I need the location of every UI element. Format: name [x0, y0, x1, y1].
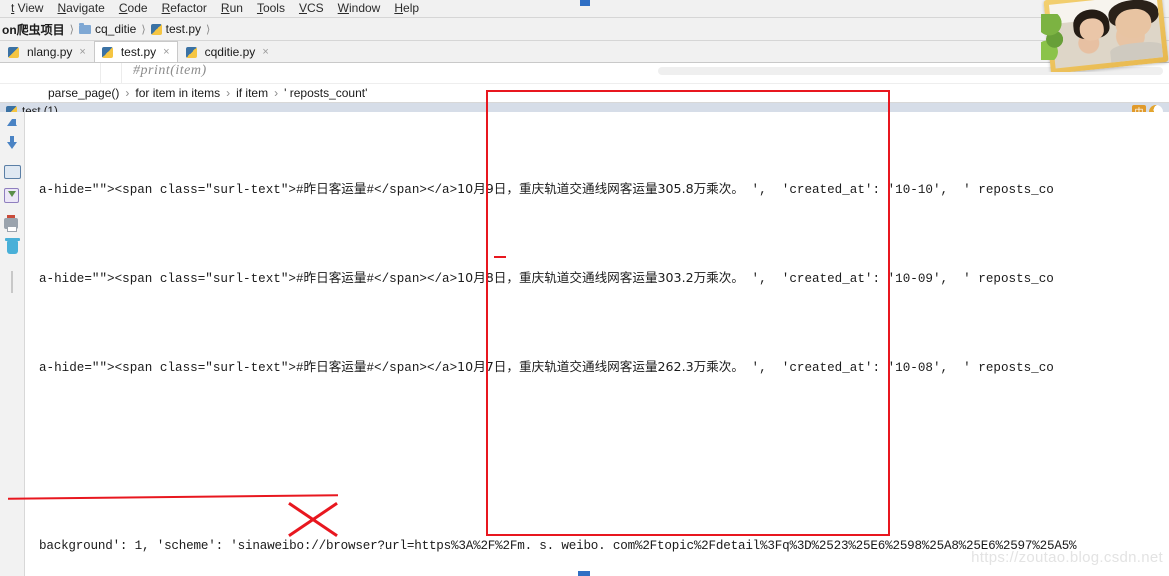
- console-line: a-hide=""><span class="surl-text">#昨日客运量…: [25, 176, 1169, 201]
- clear-all-icon[interactable]: [4, 238, 20, 257]
- menu-item-vcs[interactable]: VCS: [292, 0, 331, 17]
- menu-item-help[interactable]: Help: [387, 0, 426, 17]
- window-drag-marker: [580, 0, 590, 6]
- console-line-body: 重庆轨道交通线网客运量305.8万乘次。: [519, 181, 744, 196]
- structure-crumb-if[interactable]: if item: [236, 86, 268, 100]
- menu-item-view[interactable]: t View: [4, 0, 50, 17]
- structure-crumb-separator: ›: [274, 86, 279, 100]
- run-console[interactable]: a-hide=""><span class="surl-text">#昨日客运量…: [0, 112, 1169, 576]
- breadcrumb-project[interactable]: on爬虫项目: [2, 21, 65, 38]
- editor-code-line: #print(item): [133, 63, 207, 78]
- console-line-prefix: a-hide=""><span class="surl-text">#昨日客运量…: [39, 361, 458, 375]
- navigation-bar[interactable]: on爬虫项目 ⟩ cq_ditie ⟩ test.py ⟩ test (1): [0, 18, 1169, 41]
- console-line-tail: ', ': [743, 272, 790, 286]
- structure-crumb-function[interactable]: parse_page(): [48, 86, 119, 100]
- console-line-tail: ', ': [743, 183, 790, 197]
- structure-crumb-loop[interactable]: for item in items: [135, 86, 220, 100]
- close-icon[interactable]: ×: [262, 46, 268, 58]
- console-output[interactable]: a-hide=""><span class="surl-text">#昨日客运量…: [25, 112, 1169, 576]
- console-toolbar[interactable]: [0, 112, 25, 576]
- breadcrumb-separator-1: ⟩: [69, 23, 74, 36]
- editor-gutter: [0, 63, 101, 83]
- scroll-to-end-icon[interactable]: [4, 188, 20, 204]
- console-line-tail: ', ': [743, 361, 790, 375]
- console-field-created-at-value: 10-10: [895, 183, 933, 197]
- console-field-created-at-key: created_at': ': [789, 183, 896, 197]
- scroll-down-icon[interactable]: [4, 136, 20, 158]
- editor-tab-bar[interactable]: nlang.py × test.py × cqditie.py ×: [0, 41, 1169, 63]
- console-line-prefix: a-hide=""><span class="surl-text">#昨日客运量…: [39, 272, 458, 286]
- console-line-date: 10月9日，: [457, 181, 519, 196]
- console-field-created-at-key: created_at': ': [789, 272, 896, 286]
- soft-wrap-icon[interactable]: [4, 165, 21, 181]
- python-file-icon: [101, 46, 113, 58]
- python-file-icon: [150, 23, 162, 35]
- menu-item-navigate[interactable]: Navigate: [50, 0, 111, 17]
- console-line-body: 重庆轨道交通线网客运量303.2万乘次。: [519, 270, 744, 285]
- console-line-prefix: a-hide=""><span class="surl-text">#昨日客运量…: [39, 183, 458, 197]
- structure-crumb-key[interactable]: ' reposts_count': [284, 86, 367, 100]
- editor-tab-cqditie[interactable]: cqditie.py ×: [177, 41, 277, 62]
- breadcrumb-file[interactable]: test.py: [166, 22, 201, 36]
- folder-icon: [78, 22, 91, 34]
- console-line-suffix: ', ' reposts_co: [932, 361, 1054, 375]
- print-icon[interactable]: [4, 215, 20, 234]
- console-line: a-hide=""><span class="surl-text">#昨日客运量…: [25, 354, 1169, 379]
- breadcrumb[interactable]: on爬虫项目 ⟩ cq_ditie ⟩ test.py ⟩: [2, 21, 215, 38]
- photo-content: [1048, 0, 1164, 69]
- console-field-created-at-key: created_at': ': [789, 361, 896, 375]
- scroll-up-icon[interactable]: [4, 119, 20, 135]
- editor-tab-test[interactable]: test.py ×: [93, 41, 178, 62]
- menu-item-window[interactable]: Window: [331, 0, 388, 17]
- watermark: https://zoutao.blog.csdn.net: [971, 549, 1163, 566]
- red-cross-mark: [284, 500, 344, 540]
- structure-crumb-separator: ›: [226, 86, 231, 100]
- python-file-icon: [8, 46, 19, 58]
- console-line: a-hide=""><span class="surl-text">#昨日客运量…: [25, 265, 1169, 290]
- editor-visible-strip[interactable]: #print(item): [0, 63, 1169, 84]
- editor-tab-nlang[interactable]: nlang.py ×: [0, 41, 94, 62]
- structure-breadcrumb[interactable]: parse_page() › for item in items › if it…: [0, 84, 1169, 103]
- menu-item-tools[interactable]: Tools: [250, 0, 292, 17]
- console-line-suffix: ', ' reposts_co: [932, 272, 1054, 286]
- breadcrumb-separator-2: ⟩: [141, 23, 146, 36]
- close-icon[interactable]: ×: [163, 46, 169, 58]
- breadcrumb-separator-3: ⟩: [206, 23, 211, 36]
- editor-fold-gutter: [101, 63, 122, 83]
- editor-tab-label: cqditie.py: [204, 45, 256, 59]
- console-field-created-at-value: 10-09: [895, 272, 933, 286]
- console-field-created-at-value: 10-08: [895, 361, 933, 375]
- editor-tab-label: test.py: [120, 45, 157, 59]
- console-line-suffix: ', ' reposts_co: [932, 183, 1054, 197]
- menu-item-refactor[interactable]: Refactor: [155, 0, 214, 17]
- structure-crumb-separator: ›: [125, 86, 130, 100]
- red-tick-mark: [494, 256, 506, 258]
- leaf-decoration-icon: [1041, 14, 1065, 60]
- console-line-date: 10月7日，: [457, 359, 519, 374]
- console-line-text: background': 1, 'scheme': 'sinaweibo://b…: [39, 539, 1077, 553]
- menu-item-code[interactable]: Code: [112, 0, 155, 17]
- close-icon[interactable]: ×: [79, 46, 85, 58]
- editor-tab-label: nlang.py: [27, 45, 73, 59]
- console-line-date: 10月8日，: [457, 270, 519, 285]
- bottom-scroll-marker: [578, 571, 590, 576]
- avatar-photo-overlay: [1041, 0, 1169, 72]
- breadcrumb-folder[interactable]: cq_ditie: [95, 22, 136, 36]
- console-line-body: 重庆轨道交通线网客运量262.3万乘次。: [519, 359, 744, 374]
- menu-item-run[interactable]: Run: [214, 0, 250, 17]
- python-file-icon: [185, 46, 197, 58]
- menu-bar[interactable]: t View Navigate Code Refactor Run Tools …: [0, 0, 1169, 18]
- console-toolbar-divider: [11, 271, 13, 293]
